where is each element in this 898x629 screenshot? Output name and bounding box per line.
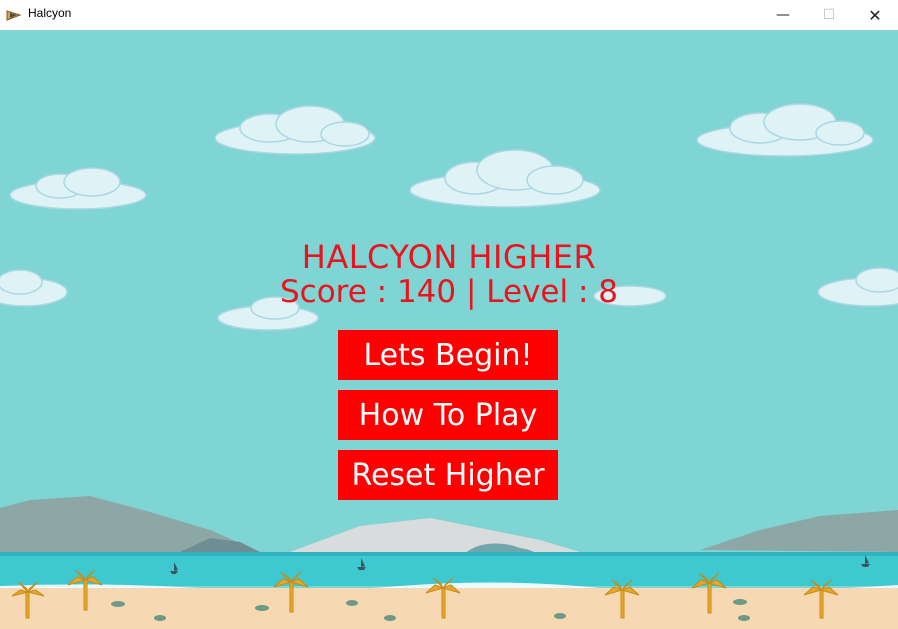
reset-higher-button[interactable]: Reset Higher <box>338 450 558 500</box>
window-titlebar: Halcyon — ☐ ✕ <box>0 0 898 30</box>
window-title: Halcyon <box>28 6 72 20</box>
close-icon[interactable]: ✕ <box>852 0 898 30</box>
mountain <box>700 510 898 552</box>
score-level-display: Score : 140 | Level : 8 <box>279 274 618 310</box>
minimize-icon[interactable]: — <box>760 0 806 30</box>
cloud <box>214 105 376 155</box>
game-title: HALCYON HIGHER <box>301 238 597 276</box>
cloud <box>9 167 147 210</box>
cloud <box>409 149 601 208</box>
sand <box>0 588 898 629</box>
maximize-icon[interactable]: ☐ <box>806 0 852 30</box>
lets-begin-button[interactable]: Lets Begin! <box>338 330 558 380</box>
halcyon-app-icon <box>6 10 22 21</box>
cloud <box>696 103 874 157</box>
mountain <box>290 518 580 552</box>
how-to-play-button[interactable]: How To Play <box>338 390 558 440</box>
